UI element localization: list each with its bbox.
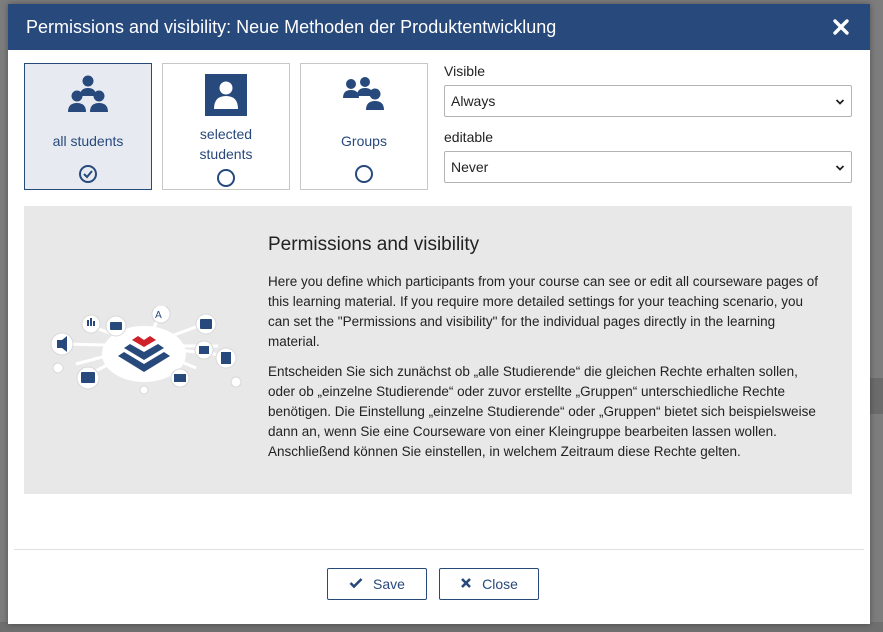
chevron-down-icon	[835, 159, 845, 175]
dialog-titlebar: Permissions and visibility: Neue Methode…	[8, 4, 870, 50]
info-paragraph-german: Entscheiden Sie sich zunächst ob „alle S…	[268, 364, 816, 459]
info-panel: A Permissions and visibility Here you de…	[24, 206, 852, 494]
audience-option-label: selected students	[199, 126, 253, 162]
courseware-network-illustration: A	[46, 304, 242, 401]
save-button-label: Save	[373, 576, 405, 592]
info-paragraph-english: Here you define which participants from …	[268, 274, 819, 349]
visible-value: Always	[451, 93, 496, 109]
audience-option-selected-students[interactable]: selected students	[162, 63, 290, 190]
close-icon	[460, 576, 472, 592]
audience-selector: all students selected students Groups Vi…	[24, 63, 852, 193]
dialog-title: Permissions and visibility: Neue Methode…	[26, 16, 557, 37]
group-icon	[66, 74, 110, 114]
audience-option-label: all students	[52, 133, 124, 149]
visible-select[interactable]: Always	[444, 85, 852, 117]
checkmark-circle-icon	[78, 164, 98, 189]
close-button[interactable]: Close	[439, 568, 539, 600]
groups-icon	[341, 74, 387, 114]
chevron-down-icon	[835, 93, 845, 109]
audience-option-all-students[interactable]: all students	[24, 63, 152, 190]
checkmark-icon	[349, 576, 363, 592]
user-icon	[205, 74, 247, 116]
info-heading: Permissions and visibility	[268, 234, 480, 255]
permissions-dialog: Permissions and visibility: Neue Methode…	[8, 4, 870, 624]
background-fragment	[869, 378, 883, 414]
footer-divider	[14, 549, 864, 550]
svg-text:A: A	[155, 310, 162, 321]
audience-option-label: Groups	[341, 133, 387, 149]
radio-empty-icon	[354, 164, 374, 189]
editable-select[interactable]: Never	[444, 151, 852, 183]
close-icon[interactable]	[830, 16, 852, 38]
visible-label: Visible	[444, 63, 485, 79]
editable-value: Never	[451, 159, 489, 175]
radio-empty-icon	[216, 168, 236, 193]
close-button-label: Close	[482, 576, 518, 592]
audience-option-groups[interactable]: Groups	[300, 63, 428, 190]
editable-label: editable	[444, 129, 494, 145]
save-button[interactable]: Save	[327, 568, 427, 600]
